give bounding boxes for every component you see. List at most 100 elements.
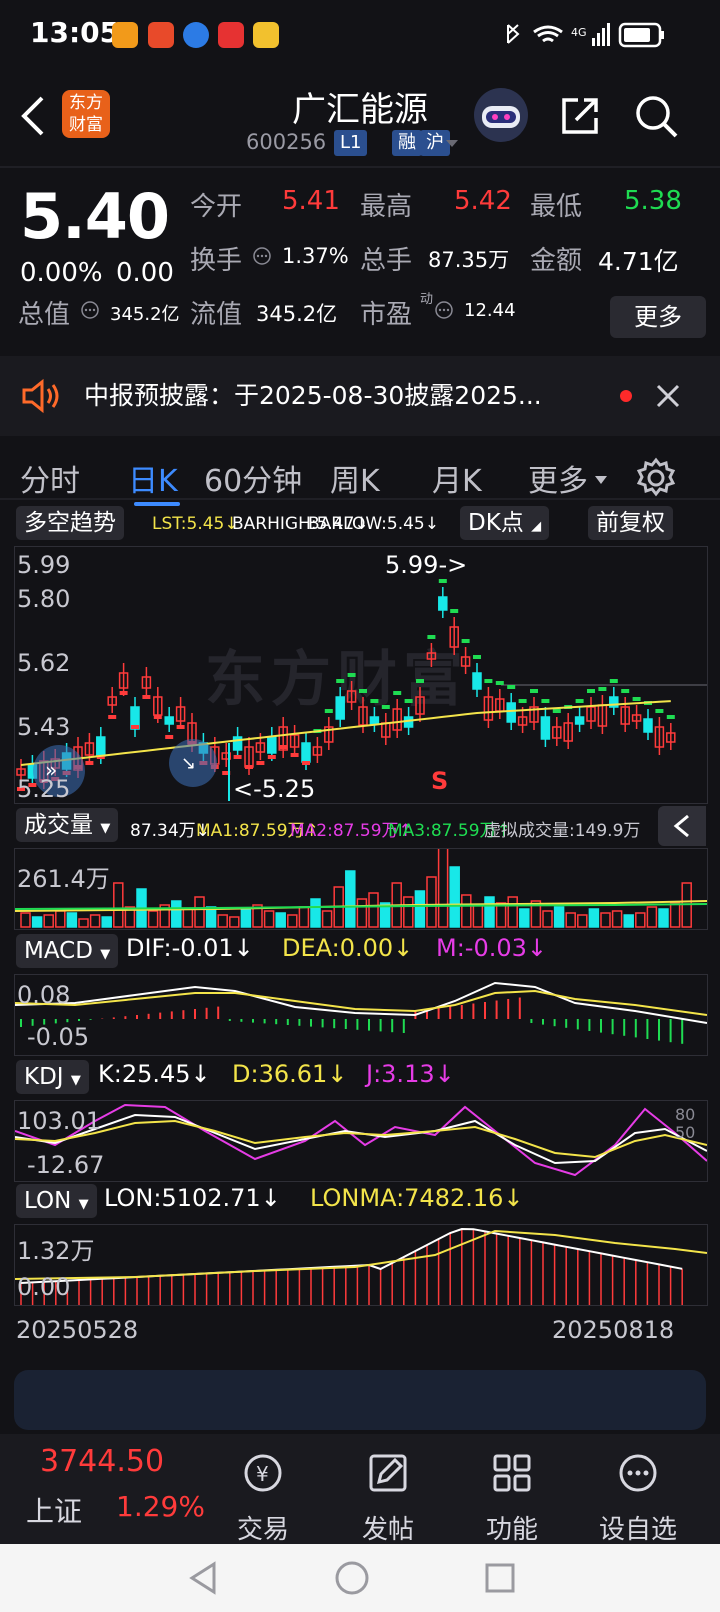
- lon-value: LON:5102.71↓: [104, 1184, 281, 1212]
- kline-chart-panel[interactable]: 东方财富 » ↘ 5.99 5.80 5.62 5.43 5.25 5.99->…: [14, 546, 708, 804]
- kdj-level-80: 80: [675, 1105, 696, 1124]
- trend-mark: [165, 735, 174, 739]
- nav-functions[interactable]: 功能: [462, 1450, 562, 1546]
- volume-bar: [577, 914, 588, 928]
- lon-indicator-selector[interactable]: LON ▼: [16, 1184, 97, 1218]
- volume-bar: [519, 908, 530, 928]
- volume-chart-panel[interactable]: 261.4万: [14, 848, 708, 930]
- trend-mark: [381, 705, 390, 709]
- volume-indicator-selector[interactable]: 成交量 ▼: [16, 808, 119, 842]
- volume-label: 成交量: [24, 812, 93, 838]
- more-circle-icon: [619, 1454, 657, 1492]
- volume-bar: [553, 906, 565, 928]
- trend-mark: [370, 699, 379, 703]
- trend-mark: [495, 681, 504, 685]
- volume-bar: [263, 910, 275, 928]
- home-circle-icon[interactable]: [332, 1558, 372, 1598]
- max-price-label: 5.99->: [385, 551, 468, 579]
- robot-assistant-icon[interactable]: [472, 86, 530, 144]
- collapse-panel-button[interactable]: [658, 806, 706, 846]
- back-triangle-icon[interactable]: [184, 1558, 220, 1598]
- trend-mark: [142, 695, 151, 699]
- search-icon[interactable]: [632, 92, 680, 140]
- caret-down-icon: [595, 476, 607, 484]
- trend-mark: [609, 679, 618, 683]
- volume-bar: [669, 902, 681, 928]
- volume-bar: [611, 910, 623, 928]
- volume-bar: [66, 912, 78, 928]
- nav-trade-label: 交易: [236, 1515, 289, 1545]
- divider: [0, 166, 720, 168]
- tab-weekly-k[interactable]: 周K: [330, 456, 380, 500]
- lon-chart-panel[interactable]: 1.32万 0.00: [14, 1224, 708, 1306]
- macd-chart-panel[interactable]: 0.08 -0.05: [14, 974, 708, 1056]
- macd-svg: [15, 981, 707, 1044]
- nav-post[interactable]: 发帖: [338, 1450, 438, 1546]
- share-icon[interactable]: [558, 94, 602, 138]
- tab-monthly-k[interactable]: 月K: [432, 456, 482, 500]
- tab-intraday[interactable]: 分时: [20, 456, 80, 500]
- notice-bar[interactable]: 中报预披露：于2025-08-30披露2025...: [0, 356, 720, 436]
- nav-add-watchlist-label: 设自选: [598, 1515, 677, 1545]
- recents-square-icon[interactable]: [482, 1560, 518, 1596]
- indicator-selector[interactable]: 多空趋势: [16, 506, 124, 540]
- info-icon[interactable]: [434, 300, 454, 320]
- chevron-down-icon[interactable]: [444, 138, 460, 150]
- macd-dea: DEA:0.00↓: [282, 934, 414, 962]
- macd-m: M:-0.03↓: [436, 934, 547, 962]
- ma-line: [20, 700, 671, 766]
- trend-mark: [153, 715, 162, 719]
- volume-bar: [147, 910, 159, 928]
- volume-bar: [229, 916, 240, 928]
- close-icon[interactable]: [654, 382, 682, 410]
- trend-mark: [666, 715, 675, 719]
- stock-code: 600256: [246, 130, 327, 154]
- page-title: 广汇能源: [292, 90, 428, 130]
- volume-bar: [356, 898, 368, 928]
- candle-body: [267, 736, 277, 754]
- promo-banner[interactable]: [14, 1370, 706, 1430]
- date-start: 20250528: [16, 1316, 139, 1344]
- kdj-axis-top: 103.01: [17, 1107, 101, 1135]
- trend-mark: [359, 689, 367, 693]
- app-notification-icon: [183, 22, 209, 48]
- low-value: 5.38: [624, 186, 682, 216]
- nav-add-watchlist[interactable]: 设自选: [588, 1450, 688, 1546]
- nav-trade[interactable]: ¥ 交易: [213, 1450, 313, 1546]
- margin-badge: 融: [392, 130, 422, 156]
- app-notification-icon: [218, 22, 244, 48]
- app-notification-icon: [112, 22, 138, 48]
- grid-icon: [493, 1454, 531, 1492]
- dk-point-button[interactable]: DK点 ◢: [460, 506, 550, 540]
- tab-daily-k[interactable]: 日K: [128, 456, 178, 500]
- change-percent: 0.00%: [20, 258, 103, 288]
- index-name[interactable]: 上证: [26, 1490, 82, 1530]
- price-axis-2: 5.80: [17, 585, 71, 613]
- volume-bar: [623, 914, 634, 928]
- app-notification-icon: [253, 22, 279, 48]
- adjust-button[interactable]: 前复权: [588, 506, 673, 540]
- candle-body: [369, 716, 380, 725]
- candle-body: [164, 716, 174, 725]
- open-label: 今开: [190, 192, 243, 222]
- kdj-chart-panel[interactable]: 103.01 -12.67 80 50: [14, 1100, 708, 1182]
- kdj-indicator-selector[interactable]: KDJ ▼: [16, 1060, 89, 1094]
- volume-bar: [484, 896, 495, 928]
- index-value[interactable]: 3744.50: [40, 1444, 164, 1479]
- tab-more[interactable]: 更多: [528, 456, 588, 500]
- volume-bar: [368, 892, 379, 928]
- tab-60min[interactable]: 60分钟: [204, 456, 302, 500]
- volume-bar: [298, 906, 310, 928]
- chevron-left-icon: [673, 814, 689, 838]
- info-icon[interactable]: [252, 246, 272, 266]
- info-icon[interactable]: [80, 300, 100, 320]
- volume-bar: [78, 918, 89, 928]
- trend-mark: [438, 579, 447, 583]
- status-time: 13:05: [30, 16, 120, 49]
- macd-indicator-selector[interactable]: MACD ▼: [16, 934, 119, 968]
- macd-axis-bottom: -0.05: [27, 1023, 90, 1051]
- index-percent[interactable]: 1.29%: [116, 1490, 205, 1523]
- more-quote-button[interactable]: 更多: [610, 296, 706, 338]
- gear-icon[interactable]: [634, 456, 678, 500]
- trend-mark: [518, 699, 527, 703]
